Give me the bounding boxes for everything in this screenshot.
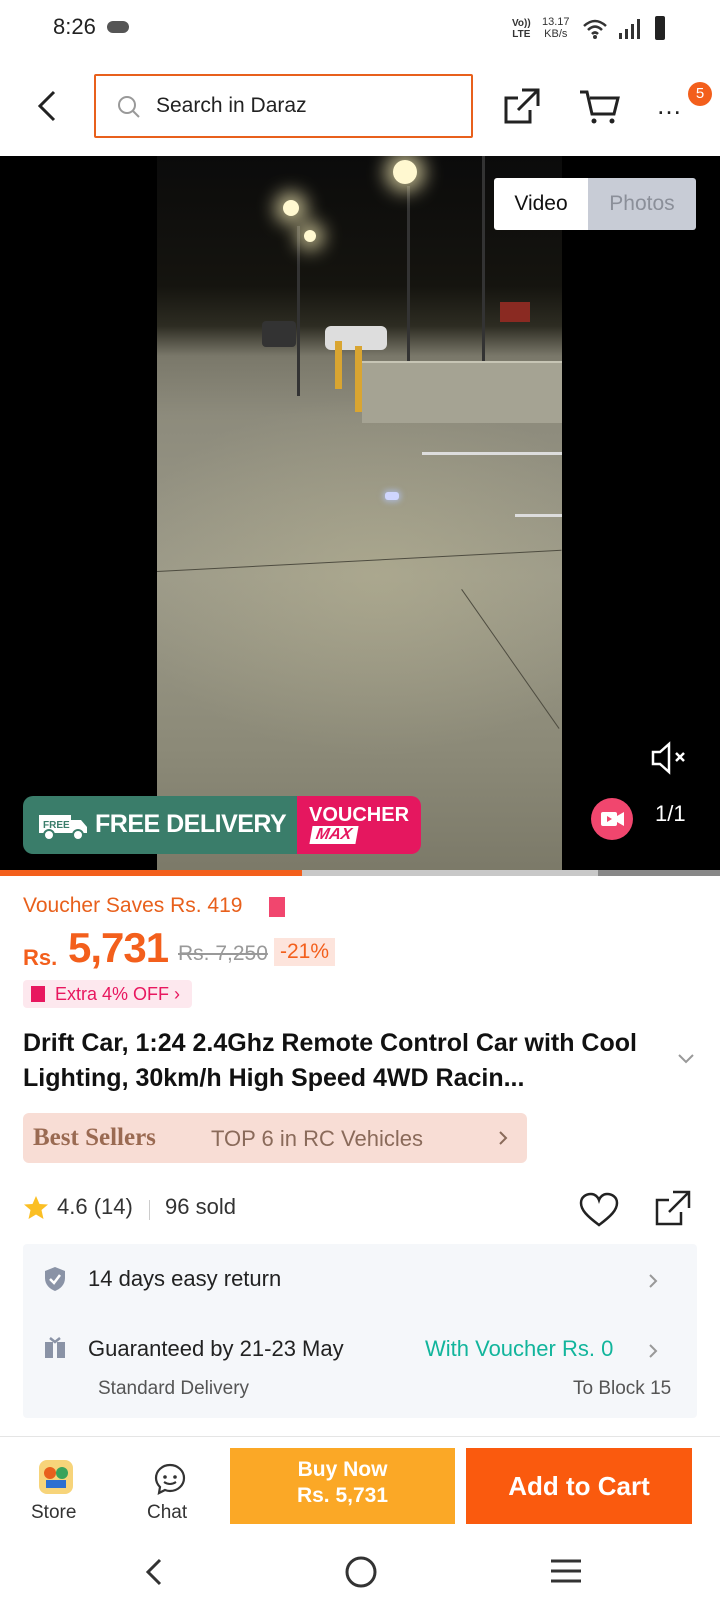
video-camera-icon [591, 798, 633, 840]
package-icon [45, 1337, 65, 1358]
price-currency: Rs. [23, 945, 58, 970]
delivery-voucher: With Voucher Rs. 0 [425, 1336, 614, 1361]
add-to-cart-button[interactable]: Add to Cart [466, 1448, 692, 1524]
pavement-line [157, 549, 562, 572]
bollard [335, 341, 342, 389]
chevron-right-icon [649, 1344, 658, 1358]
current-price: 5,731 [68, 924, 169, 971]
tab-photos[interactable]: Photos [588, 178, 696, 230]
store-glyph [44, 1467, 68, 1488]
voucher-tag-icon [269, 897, 285, 917]
buy-now-button[interactable]: Buy Now Rs. 5,731 [230, 1448, 455, 1524]
store-label: Store [31, 1502, 77, 1523]
video-progress-fill [0, 870, 303, 876]
rc-car [385, 492, 399, 500]
parking-line [515, 514, 562, 517]
bollard [355, 346, 362, 412]
camera-glyph [601, 812, 624, 826]
star-icon [24, 1196, 48, 1219]
best-sellers-label: Best Sellers [33, 1124, 156, 1151]
video-progress-end [598, 870, 720, 876]
network-speed: 13.17 KB/s [542, 16, 570, 40]
street-pole [482, 156, 485, 386]
nav-home-icon[interactable] [343, 1554, 379, 1590]
delivery-location: To Block 15 [573, 1378, 672, 1399]
status-bar: 8:26 Vo)) LTE 13.17 KB/s [0, 0, 720, 60]
service-card[interactable]: 14 days easy return Guaranteed by 21-23 … [23, 1244, 697, 1418]
back-button[interactable] [30, 86, 66, 126]
discount-badge: -21% [274, 938, 336, 966]
best-sellers-rank: TOP 6 in RC Vehicles [211, 1126, 423, 1151]
max-label: MAX [309, 826, 359, 844]
divider [149, 1200, 150, 1220]
search-icon [118, 96, 140, 118]
chat-label: Chat [147, 1502, 188, 1523]
share-icon[interactable] [653, 1188, 693, 1228]
original-price: Rs. 7,250 [178, 942, 268, 965]
battery-icon [655, 16, 665, 40]
mute-icon[interactable] [650, 740, 690, 776]
free-delivery-banner: FREE FREE DELIVERY [23, 796, 297, 854]
nav-menu-icon[interactable] [549, 1556, 583, 1586]
product-video[interactable]: Video Photos FREE FREE DELIVERY VOUCHER … [0, 156, 720, 874]
nav-back-icon[interactable] [140, 1554, 170, 1590]
sign [500, 302, 530, 322]
extra-off-label: Extra 4% OFF › [55, 984, 181, 1004]
free-delivery-label: FREE DELIVERY [95, 810, 287, 838]
voucher-label: VOUCHER [309, 804, 410, 826]
chat-button[interactable]: Chat [140, 1460, 202, 1524]
chevron-right-icon [649, 1274, 658, 1288]
rating-row: 4.6 (14) 96 sold [23, 1190, 703, 1228]
concrete-wall [362, 361, 562, 423]
rating-score[interactable]: 4.6 (14) [57, 1194, 133, 1220]
chat-icon [154, 1463, 186, 1495]
voucher-max-banner: VOUCHER MAX [297, 796, 421, 854]
chevron-right-icon [499, 1131, 508, 1145]
system-nav-bar [0, 1540, 720, 1612]
delivery-type: Standard Delivery [98, 1378, 250, 1399]
store-logo-icon [39, 1460, 73, 1494]
cart-icon[interactable] [578, 86, 620, 126]
media-tabs: Video Photos [494, 178, 696, 230]
notification-badge: 5 [688, 82, 712, 106]
tab-video[interactable]: Video [494, 178, 588, 230]
product-title: Drift Car, 1:24 2.4Ghz Remote Control Ca… [23, 1029, 637, 1092]
shield-check-icon [45, 1267, 65, 1291]
return-policy: 14 days easy return [88, 1266, 282, 1291]
street-lamp [393, 160, 417, 184]
extra-off-tag[interactable]: Extra 4% OFF › [23, 980, 193, 1008]
network-type: Vo)) LTE [512, 18, 531, 40]
video-frame [157, 156, 562, 874]
search-input[interactable]: Search in Daraz [94, 74, 473, 138]
voucher-icon [31, 986, 45, 1002]
sold-count: 96 sold [165, 1194, 236, 1219]
search-placeholder: Search in Daraz [156, 94, 307, 117]
media-counter: 1/1 [655, 801, 686, 826]
truck-icon: FREE [39, 815, 87, 841]
store-button[interactable]: Store [25, 1460, 87, 1524]
pavement-line [461, 589, 560, 729]
street-pole [297, 226, 300, 396]
share-icon[interactable] [502, 86, 542, 126]
buy-now-price: Rs. 5,731 [296, 1484, 389, 1507]
voucher-saves-text[interactable]: Voucher Saves Rs. 419 [23, 894, 242, 918]
cloud-icon [107, 21, 129, 33]
best-sellers-banner[interactable]: Best Sellers TOP 6 in RC Vehicles [23, 1113, 527, 1163]
street-lamp [283, 200, 299, 216]
chevron-down-icon[interactable] [676, 1052, 696, 1066]
video-progress-bar[interactable] [0, 870, 720, 876]
status-time: 8:26 [53, 14, 96, 39]
wishlist-heart-icon[interactable] [579, 1192, 619, 1228]
signal-icon [619, 19, 640, 39]
wifi-icon [583, 19, 607, 39]
delivery-estimate: Guaranteed by 21-23 May [88, 1336, 344, 1361]
street-lamp [304, 230, 316, 242]
promo-banner: FREE FREE DELIVERY VOUCHER MAX [23, 796, 421, 854]
parked-car [262, 321, 296, 347]
buy-now-label: Buy Now [297, 1458, 388, 1481]
free-mini-label: FREE [43, 820, 70, 831]
more-button[interactable]: … [656, 90, 683, 121]
parking-line [422, 452, 562, 455]
divider [0, 1436, 720, 1437]
